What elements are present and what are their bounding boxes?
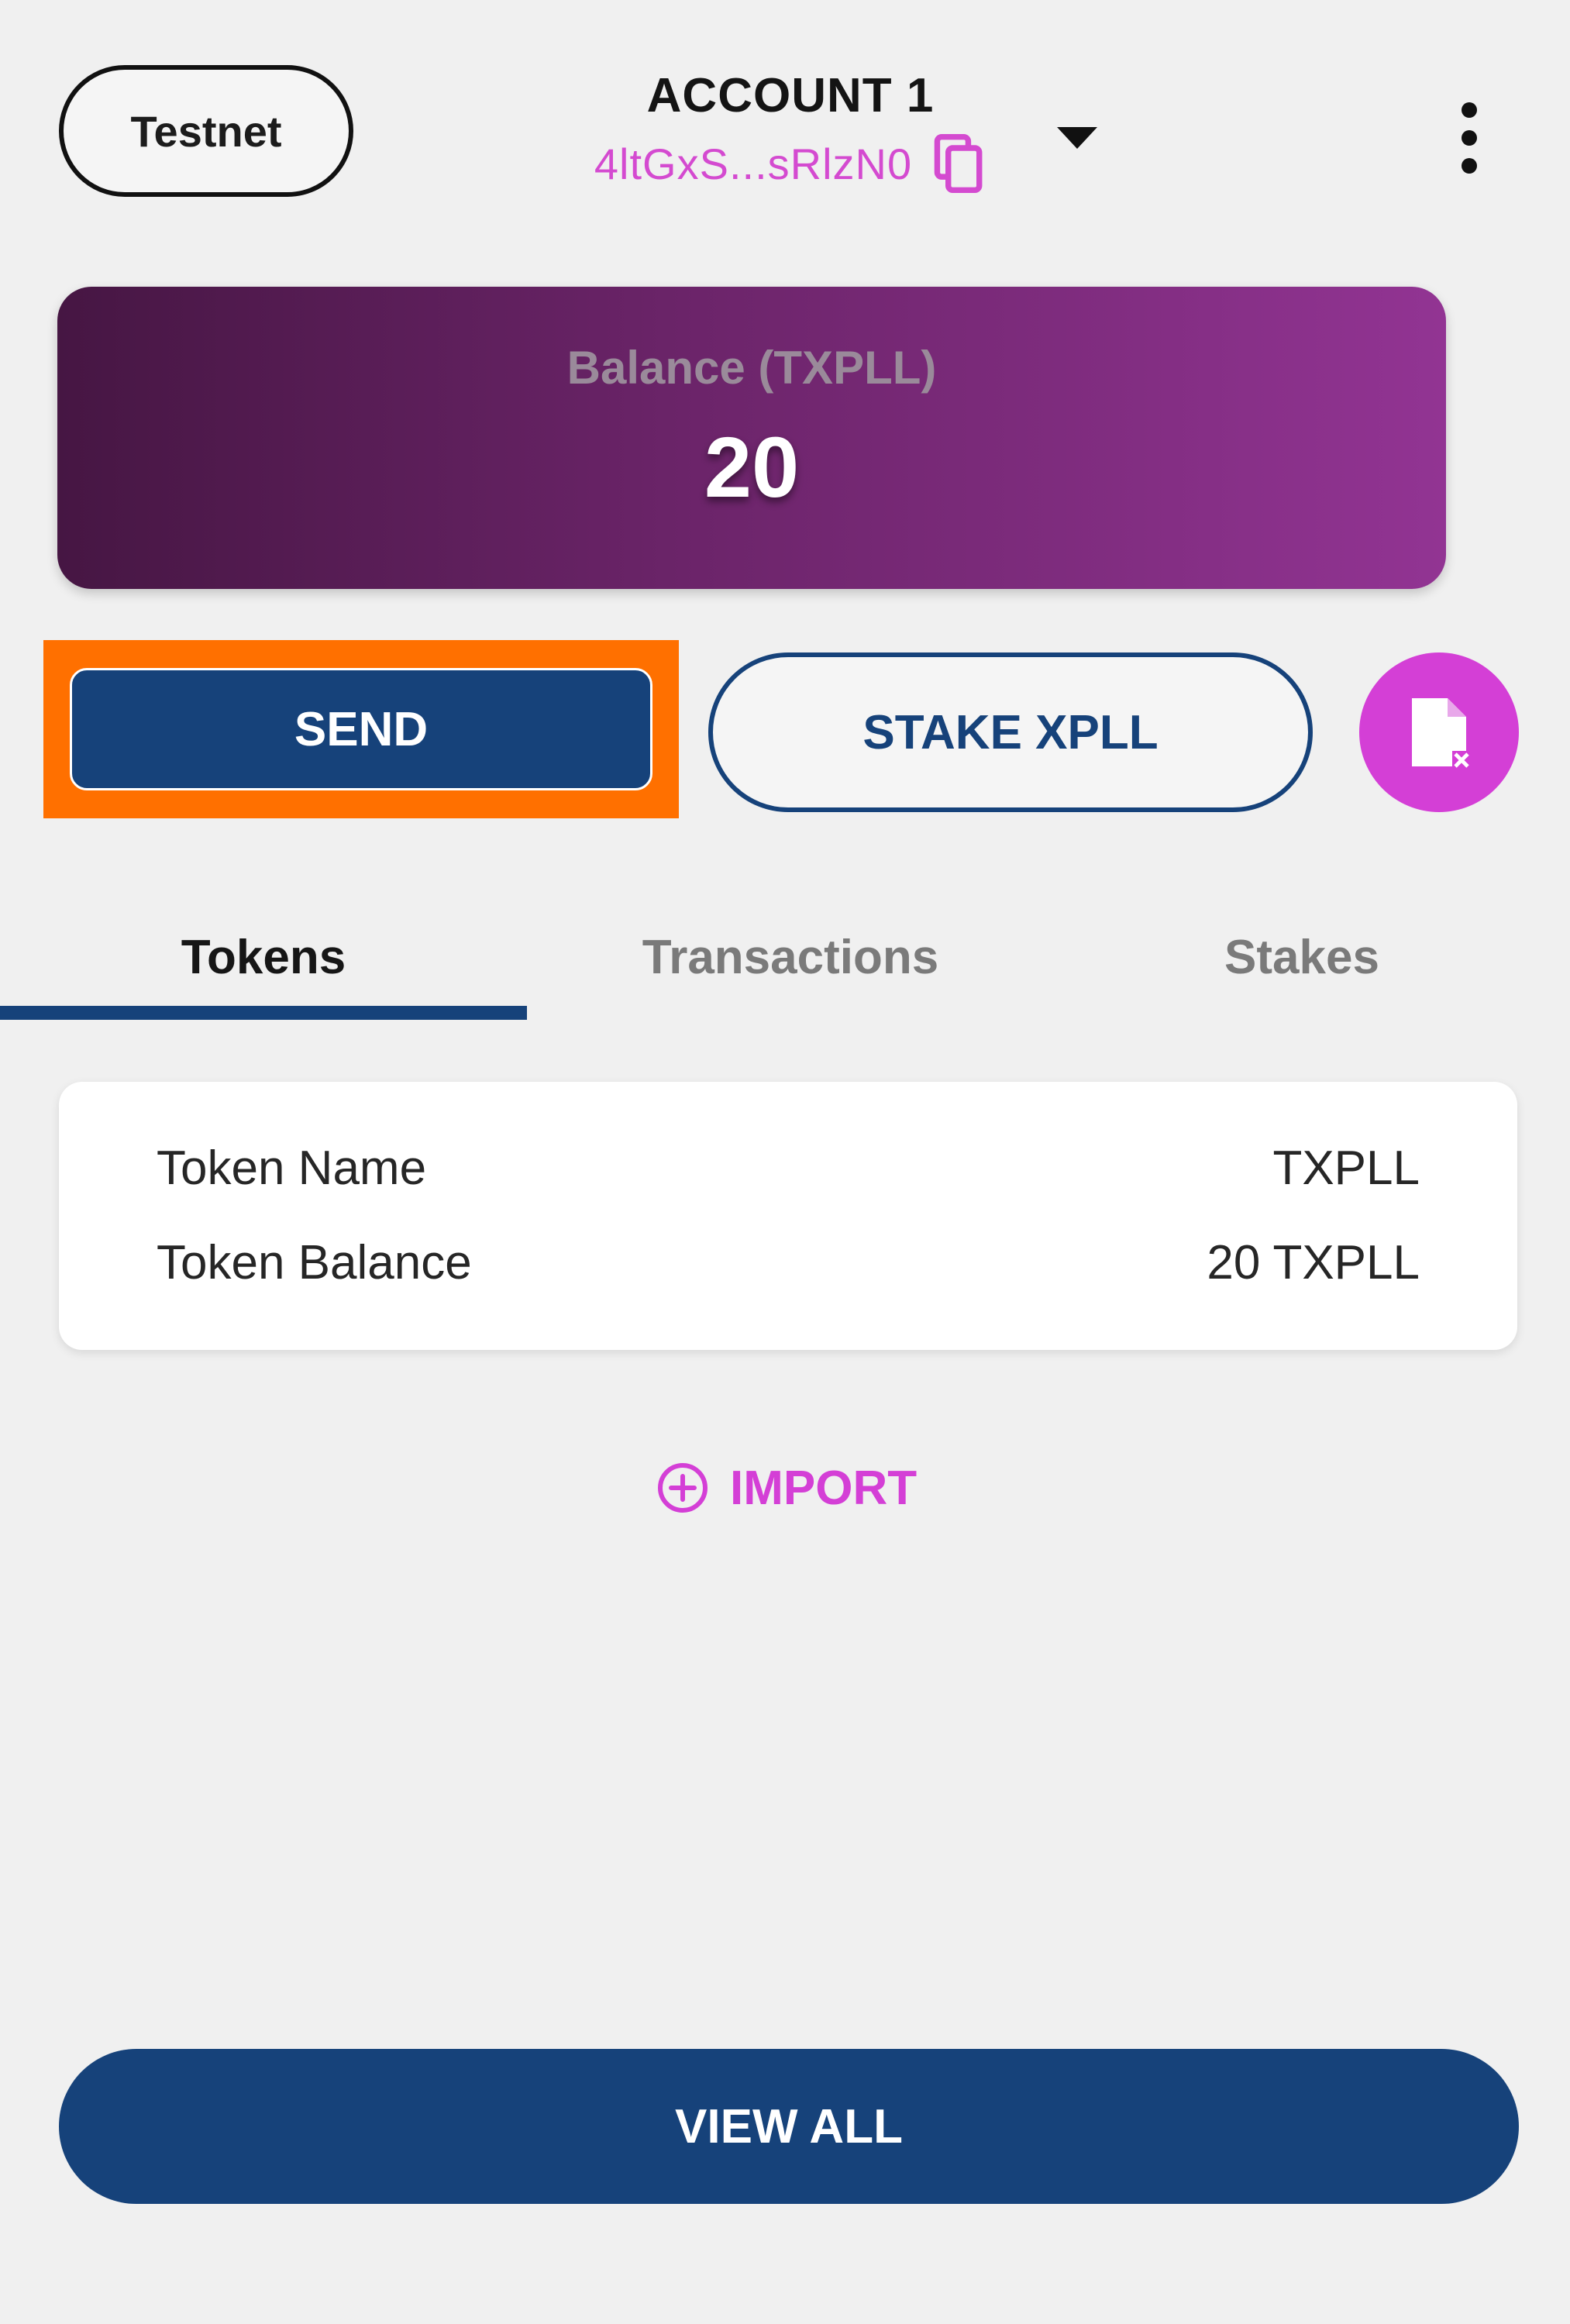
account-address: 4ltGxS...sRlzN0 bbox=[594, 139, 913, 188]
send-button[interactable]: SEND bbox=[70, 668, 652, 790]
view-all-button[interactable]: VIEW ALL bbox=[59, 2049, 1519, 2204]
tab-stakes-label: Stakes bbox=[1224, 930, 1379, 984]
network-label: Testnet bbox=[130, 106, 282, 156]
active-tab-indicator bbox=[0, 1006, 527, 1020]
token-balance-label: Token Balance bbox=[157, 1235, 472, 1289]
token-name-row: Token Name TXPLL bbox=[157, 1133, 1420, 1203]
add-circle-icon bbox=[658, 1463, 708, 1513]
network-selector[interactable]: Testnet bbox=[59, 65, 353, 197]
view-all-label: VIEW ALL bbox=[675, 2099, 903, 2154]
tab-tokens-label: Tokens bbox=[181, 930, 346, 984]
tab-bar: Tokens Transactions Stakes bbox=[0, 907, 1570, 1023]
account-block: ACCOUNT 1 4ltGxS...sRlzN0 bbox=[542, 62, 1038, 195]
document-button[interactable] bbox=[1359, 652, 1519, 812]
tab-transactions-label: Transactions bbox=[642, 930, 939, 984]
more-vertical-icon[interactable] bbox=[1448, 99, 1491, 177]
account-address-row: 4ltGxS...sRlzN0 bbox=[542, 133, 1038, 195]
balance-card: Balance (TXPLL) 20 bbox=[57, 287, 1446, 589]
tab-stakes[interactable]: Stakes bbox=[1054, 907, 1550, 1007]
document-icon bbox=[1412, 698, 1471, 770]
import-label: IMPORT bbox=[730, 1461, 918, 1515]
tab-transactions[interactable]: Transactions bbox=[527, 907, 1054, 1007]
chevron-down-icon[interactable] bbox=[1054, 122, 1100, 153]
tab-tokens[interactable]: Tokens bbox=[0, 907, 527, 1007]
balance-value: 20 bbox=[704, 420, 800, 515]
token-balance-value: 20 TXPLL bbox=[1207, 1235, 1420, 1289]
copy-icon[interactable] bbox=[932, 133, 986, 195]
token-name-label: Token Name bbox=[157, 1141, 427, 1195]
token-name-value: TXPLL bbox=[1272, 1141, 1420, 1195]
token-balance-row: Token Balance 20 TXPLL bbox=[157, 1227, 1420, 1297]
stake-button[interactable]: STAKE XPLL bbox=[708, 652, 1313, 812]
token-card[interactable]: Token Name TXPLL Token Balance 20 TXPLL bbox=[59, 1082, 1517, 1350]
stake-button-label: STAKE XPLL bbox=[862, 705, 1159, 759]
wallet-screen: Testnet ACCOUNT 1 4ltGxS...sRlzN0 Balanc… bbox=[0, 0, 1570, 2324]
balance-label: Balance (TXPLL) bbox=[566, 342, 937, 394]
account-name: ACCOUNT 1 bbox=[646, 69, 935, 122]
import-button[interactable]: IMPORT bbox=[656, 1449, 917, 1527]
send-button-label: SEND bbox=[294, 702, 429, 756]
